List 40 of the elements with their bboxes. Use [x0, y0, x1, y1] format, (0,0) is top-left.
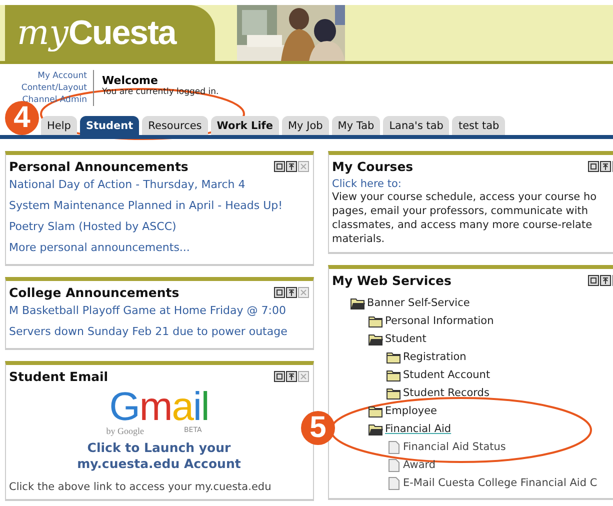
- nav-tab[interactable]: My Tab: [332, 116, 380, 135]
- step-badge: 4: [5, 101, 39, 135]
- nav-tab[interactable]: My Job: [282, 116, 329, 135]
- folder-item[interactable]: Student Account: [386, 366, 490, 384]
- nav-tab[interactable]: Student: [80, 116, 140, 135]
- panel-title: Personal Announcements: [9, 159, 188, 174]
- document-link[interactable]: E-Mail Cuesta College Financial Aid C: [386, 474, 598, 492]
- panel-title: My Courses: [332, 159, 414, 174]
- logo-byline: by Google: [106, 426, 144, 436]
- announcement-link[interactable]: More personal announcements...: [9, 237, 309, 258]
- folder-item[interactable]: Student: [368, 330, 426, 348]
- announcement-link[interactable]: Servers down Sunday Feb 21 due to power outage: [9, 321, 309, 342]
- folder-item[interactable]: Student Records: [386, 384, 490, 402]
- nav-tab[interactable]: test tab: [452, 116, 506, 135]
- nav-tab[interactable]: Work Life: [210, 116, 279, 135]
- nav-tab[interactable]: Resources: [142, 116, 208, 135]
- email-note: Click the above link to access your my.cuesta.edu: [9, 481, 272, 493]
- document-link[interactable]: Award: [386, 456, 436, 474]
- nav-tab[interactable]: Help: [41, 116, 77, 135]
- folder-item[interactable]: Financial Aid: [368, 420, 452, 438]
- account-link[interactable]: My Account: [38, 70, 87, 82]
- step-badge: 5: [301, 411, 335, 445]
- account-link[interactable]: Content/Layout: [21, 82, 87, 94]
- nav-tab[interactable]: Lana's tab: [383, 116, 450, 135]
- welcome-title: Welcome: [102, 74, 159, 87]
- courses-description: View your course schedule, access your course ho pages, email your professors, communicate with classmates, and access many more course-relate materials.: [332, 190, 598, 246]
- announcement-link[interactable]: M Basketball Playoff Game at Home Friday @ 7:00: [9, 300, 309, 321]
- document-link[interactable]: Financial Aid Status: [386, 438, 506, 456]
- panel-title: Student Email: [9, 369, 108, 384]
- panel-title: College Announcements: [9, 285, 180, 300]
- announcement-link[interactable]: National Day of Action - Thursday, March 4: [9, 174, 309, 195]
- panel-title: My Web Services: [332, 273, 452, 288]
- announcement-link[interactable]: Poetry Slam (Hosted by ASCC): [9, 216, 309, 237]
- folder-item[interactable]: Banner Self-Service: [350, 294, 470, 312]
- folder-item[interactable]: Employee: [368, 402, 438, 420]
- click-here-link[interactable]: Click here to:: [332, 178, 613, 190]
- gmail-logo[interactable]: Gmail: [109, 388, 209, 426]
- folder-item[interactable]: Personal Information: [368, 312, 494, 330]
- announcement-link[interactable]: System Maintenance Planned in April - Heads Up!: [9, 195, 309, 216]
- folder-item[interactable]: Registration: [386, 348, 466, 366]
